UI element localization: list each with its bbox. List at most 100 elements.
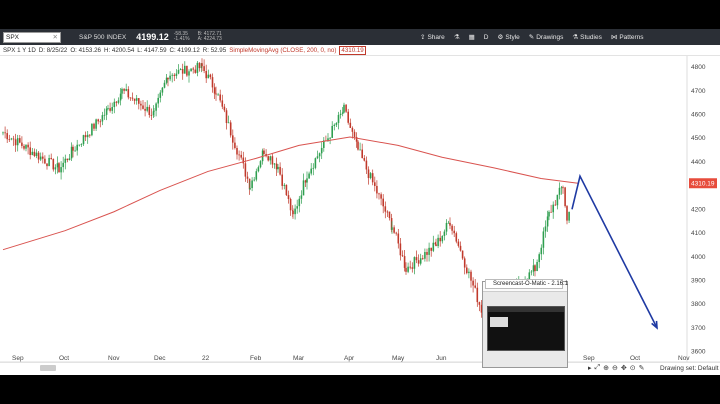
candle-body [401,255,404,257]
scroll-handle[interactable] [40,365,56,371]
candle-body [349,122,352,128]
candle-body [234,142,236,149]
candle-body [468,271,470,274]
candle-body [175,73,178,76]
candle-body [238,154,240,156]
candle-body [169,75,171,80]
candle-body [123,88,125,91]
candle-body [296,206,298,209]
period-button[interactable]: D [484,34,489,41]
zoom-in-icon[interactable]: ⊕ [603,364,609,372]
flask-button[interactable]: ⚗ [454,33,460,41]
recorder-window[interactable]: Screencast-O-Matic - 2.1 [482,281,568,368]
scroll-right-icon[interactable]: ▸ [588,364,592,372]
candle-body [312,167,315,169]
candle-body [70,146,73,159]
candle-body [407,266,409,272]
candle-body [181,69,184,74]
pan-icon[interactable]: ✥ [621,364,627,372]
y-tick-label: 4800 [691,64,706,71]
candle-body [294,208,296,215]
candle-body [201,63,203,67]
candle-body [376,185,378,194]
preview-block [490,317,508,327]
candle-body [93,123,95,129]
candle-body [318,153,321,157]
candle-body [95,119,97,129]
candle-body [435,244,437,247]
candle-body [267,156,269,161]
drawings-button[interactable]: ✎ Drawings [529,33,564,42]
candle-body [397,233,400,244]
candle-body [72,146,74,151]
style-label: Style [505,33,520,41]
studies-button[interactable]: ⚗ Studies [572,33,602,42]
style-button[interactable]: ⚙ Style [498,33,520,42]
candle-body [314,158,317,168]
y-tick-label: 4500 [691,135,706,142]
candle-body [550,211,552,213]
candle-body [39,156,42,160]
share-button[interactable]: ⇪ Share [420,33,445,42]
candle-body [66,158,69,161]
candle-body [422,258,424,260]
candle-body [142,105,144,109]
info-close: C: 4199.12 [169,46,200,54]
candle-body [74,150,76,152]
candle-body [44,158,46,164]
pencil-icon[interactable]: ✎ [639,364,645,372]
candle-body [62,162,64,168]
candle-body [339,113,342,115]
price-chart[interactable]: 3600370038003900400041004200430044004500… [0,56,720,362]
clear-icon[interactable]: ✕ [53,33,58,42]
calendar-icon: ▦ [468,34,475,41]
candle-body [380,194,382,199]
candle-body [306,178,308,183]
candle-body [463,258,466,268]
x-tick-label: Feb [250,355,262,362]
candle-body [271,156,274,165]
symbol-input[interactable]: SPX ✕ [3,31,61,43]
flask-icon: ⚗ [572,34,579,41]
candle-body [167,77,169,80]
bid-ask: B: 4172.71 A: 4224.73 [198,31,222,43]
candle-body [144,108,146,111]
candle-body [249,188,251,190]
calendar-button[interactable]: ▦ [469,33,475,41]
candle-body [371,173,374,183]
candle-body [159,92,162,98]
candle-body [329,137,331,139]
candle-body [428,247,430,255]
zoom-out-icon[interactable]: ⊖ [612,364,618,372]
candle-body [97,119,99,122]
candle-body [540,247,543,255]
drawing-set-label[interactable]: Drawing set: Default [660,365,719,372]
expand-icon[interactable]: ⤢ [595,364,601,372]
candle-body [246,176,249,179]
candle-body [253,179,255,181]
candle-body [117,100,120,103]
bottom-bar: ▸ ⤢ ⊕ ⊖ ✥ ⊙ ✎ Drawing set: Default [0,362,720,375]
candle-body [99,121,102,123]
candle-body [207,74,210,79]
candle-body [445,222,448,232]
patterns-button[interactable]: ⋈ Patterns [611,33,644,42]
candle-body [289,198,292,211]
candle-body [466,267,468,274]
candle-body [115,101,118,103]
candle-body [29,147,31,155]
candle-body [244,163,247,177]
candle-body [304,180,307,183]
candle-body [89,134,91,136]
candle-body [105,108,108,115]
candle-body [405,267,407,272]
chart-info-bar: SPX 1 Y 1D D: 8/25/22 O: 4153.26 H: 4200… [0,45,720,56]
magnet-icon[interactable]: ⊙ [630,364,636,372]
candle-body [476,287,479,303]
candle-body [347,111,349,123]
candle-body [413,257,416,269]
candle-body [127,89,130,98]
candle-body [369,173,372,179]
sma-label[interactable]: SimpleMovingAvg (CLOSE, 200, 0, no) [229,47,336,54]
candle-body [277,166,279,170]
